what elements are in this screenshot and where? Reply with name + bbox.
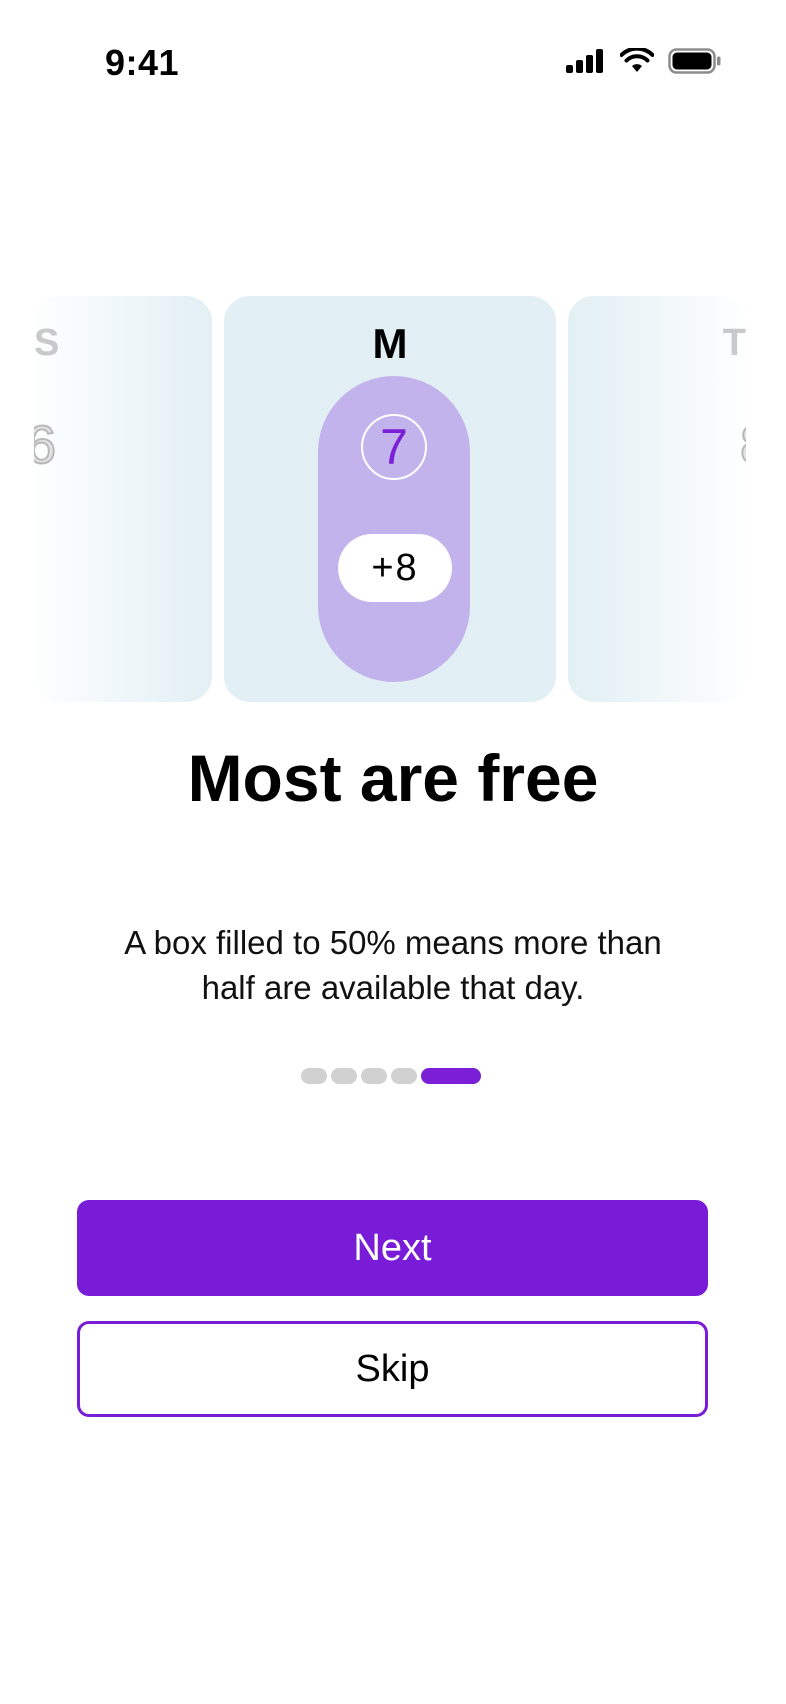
day-card-next: T 8	[568, 296, 746, 702]
wifi-icon	[620, 48, 654, 72]
availability-pill: 7 +8	[318, 376, 470, 682]
skip-button-label: Skip	[355, 1347, 430, 1390]
page-dot-active	[421, 1068, 481, 1084]
extra-count-chip: +8	[338, 534, 452, 602]
cellular-signal-icon	[566, 49, 603, 73]
onboarding-title: Most are free	[187, 741, 599, 815]
page-dot	[301, 1068, 327, 1084]
next-button[interactable]: Next	[77, 1200, 708, 1296]
day-card-current: M 7 +8	[224, 296, 556, 702]
page-dot	[391, 1068, 417, 1084]
status-icons	[566, 48, 722, 74]
next-button-label: Next	[353, 1226, 432, 1269]
status-time: 9:41	[105, 42, 180, 83]
page-indicator	[301, 1068, 481, 1084]
skip-button[interactable]: Skip	[77, 1321, 708, 1417]
date-circle: 7	[361, 414, 427, 480]
page-dot	[331, 1068, 357, 1084]
status-bar: 9:41	[0, 0, 786, 130]
day-date: 7	[380, 419, 408, 475]
page-dot	[361, 1068, 387, 1084]
day-letter: M	[372, 320, 408, 367]
day-letter: S	[34, 322, 60, 364]
day-card-previous: S 6	[34, 296, 212, 702]
onboarding-description: A box filled to 50% means more than half…	[124, 924, 662, 1006]
battery-icon	[668, 48, 721, 74]
day-letter: T	[722, 322, 746, 364]
day-date: 6	[34, 414, 57, 476]
day-date: 8	[739, 414, 746, 476]
